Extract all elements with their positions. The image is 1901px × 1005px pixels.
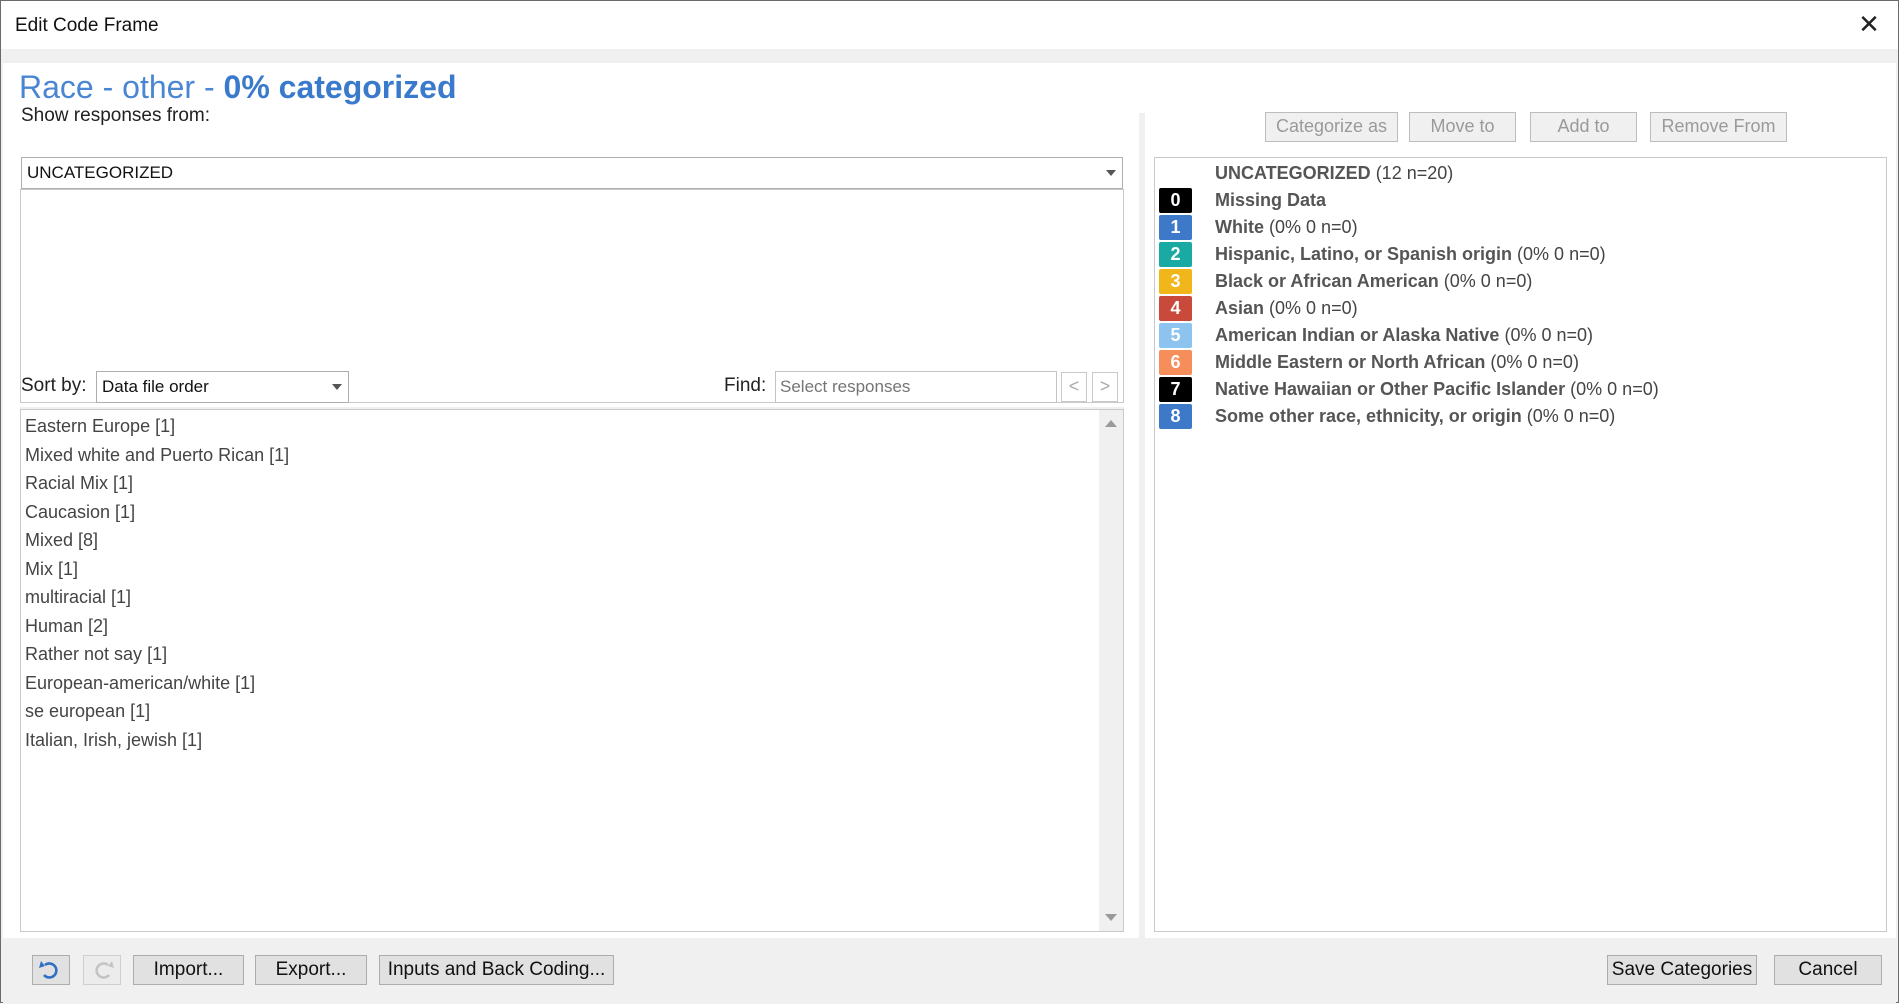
category-row[interactable]: 3 Black or African American (0% 0 n=0) <box>1155 268 1886 295</box>
category-stats: (0% 0 n=0) <box>1517 244 1606 264</box>
title-bar: Edit Code Frame ✕ <box>1 1 1898 49</box>
chevron-down-icon <box>1106 170 1116 176</box>
vertical-splitter[interactable] <box>1139 113 1145 938</box>
export-button[interactable]: Export... <box>255 955 367 985</box>
inputs-and-back-coding-button[interactable]: Inputs and Back Coding... <box>379 955 614 985</box>
bottom-toolbar: Import... Export... Inputs and Back Codi… <box>3 938 1896 1004</box>
undo-button[interactable] <box>32 955 70 985</box>
category-row[interactable]: 6 Middle Eastern or North African (0% 0 n… <box>1155 349 1886 376</box>
scroll-down-icon[interactable] <box>1105 914 1117 921</box>
show-responses-value: UNCATEGORIZED <box>27 163 174 182</box>
category-name: Asian <box>1215 298 1265 318</box>
categorized-percent: 0% categorized <box>223 69 457 105</box>
category-code-badge: 5 <box>1159 323 1192 348</box>
category-name: Some other race, ethnicity, or origin <box>1215 406 1522 426</box>
sort-by-label: Sort by: <box>21 375 87 396</box>
list-item[interactable]: Caucasion [1] <box>25 498 1095 527</box>
undo-icon <box>39 961 58 979</box>
category-code-badge: 6 <box>1159 350 1192 375</box>
responses-list: Eastern Europe [1] Mixed white and Puerto… <box>20 409 1124 932</box>
variable-name: Race - other - <box>19 69 224 105</box>
show-responses-dropdown[interactable]: UNCATEGORIZED <box>21 157 1123 189</box>
show-responses-label: Show responses from: <box>21 105 211 126</box>
list-item[interactable]: Racial Mix [1] <box>25 469 1095 498</box>
category-stats: (0% 0 n=0) <box>1490 352 1579 372</box>
chevron-down-icon <box>332 384 342 390</box>
category-name: White <box>1215 217 1264 237</box>
responses-list-items: Eastern Europe [1] Mixed white and Puerto… <box>25 412 1095 754</box>
list-item[interactable]: Eastern Europe [1] <box>25 412 1095 441</box>
import-button[interactable]: Import... <box>133 955 244 985</box>
category-stats: (0% 0 n=0) <box>1269 298 1358 318</box>
content-area: Race - other - 0% categorized Show respo… <box>3 63 1896 938</box>
categories-tree: UNCATEGORIZED (12 n=20) 0 Missing Data 1 Wh… <box>1154 157 1887 932</box>
category-row[interactable]: 1 White (0% 0 n=0) <box>1155 214 1886 241</box>
list-item[interactable]: Rather not say [1] <box>25 640 1095 669</box>
category-code-badge: 2 <box>1159 242 1192 267</box>
category-stats: (12 n=20) <box>1375 163 1454 183</box>
category-row[interactable]: 8 Some other race, ethnicity, or origin (… <box>1155 403 1886 430</box>
category-code-badge: 7 <box>1159 377 1192 402</box>
category-name: Missing Data <box>1215 190 1327 210</box>
category-row[interactable]: 7 Native Hawaiian or Other Pacific Island… <box>1155 376 1886 403</box>
scroll-up-icon[interactable] <box>1105 420 1117 427</box>
categorize-as-button[interactable]: Categorize as <box>1265 112 1398 142</box>
list-item[interactable]: Mix [1] <box>25 555 1095 584</box>
category-row[interactable]: 0 Missing Data <box>1155 187 1886 214</box>
list-item[interactable]: European-american/white [1] <box>25 669 1095 698</box>
move-to-button[interactable]: Move to <box>1409 112 1516 142</box>
category-name: Black or African American <box>1215 271 1439 291</box>
sort-by-value: Data file order <box>102 377 209 396</box>
window-title: Edit Code Frame <box>15 15 159 36</box>
category-row-uncategorized[interactable]: UNCATEGORIZED (12 n=20) <box>1155 160 1886 187</box>
category-code-badge: 0 <box>1159 188 1192 213</box>
category-stats: (0% 0 n=0) <box>1526 406 1616 426</box>
category-code-badge: 4 <box>1159 296 1192 321</box>
list-item[interactable]: Human [2] <box>25 612 1095 641</box>
find-previous-button[interactable]: < <box>1061 372 1087 402</box>
list-item[interactable]: se european [1] <box>25 697 1095 726</box>
category-stats: (0% 0 n=0) <box>1443 271 1533 291</box>
edit-code-frame-window: Edit Code Frame ✕ Race - other - 0% cate… <box>0 0 1899 1004</box>
category-name: UNCATEGORIZED <box>1215 163 1371 183</box>
responses-scrollbar[interactable] <box>1099 410 1123 931</box>
category-code-badge: 1 <box>1159 215 1192 240</box>
category-row[interactable]: 4 Asian (0% 0 n=0) <box>1155 295 1886 322</box>
category-code-badge: 3 <box>1159 269 1192 294</box>
category-code-badge: 8 <box>1159 404 1192 429</box>
list-item[interactable]: Mixed white and Puerto Rican [1] <box>25 441 1095 470</box>
category-name: American Indian or Alaska Native <box>1215 325 1500 345</box>
close-icon[interactable]: ✕ <box>1854 9 1884 39</box>
category-stats: (0% 0 n=0) <box>1269 217 1358 237</box>
find-input[interactable] <box>775 371 1057 403</box>
category-stats: (0% 0 n=0) <box>1570 379 1659 399</box>
find-next-button[interactable]: > <box>1092 372 1118 402</box>
redo-icon <box>95 961 114 979</box>
save-categories-button[interactable]: Save Categories <box>1607 955 1757 985</box>
list-item[interactable]: multiracial [1] <box>25 583 1095 612</box>
sort-by-dropdown[interactable]: Data file order <box>96 371 349 403</box>
category-name: Native Hawaiian or Other Pacific Islande… <box>1215 379 1566 399</box>
cancel-button[interactable]: Cancel <box>1774 955 1882 985</box>
add-to-button[interactable]: Add to <box>1530 112 1637 142</box>
category-name: Middle Eastern or North African <box>1215 352 1486 372</box>
list-item[interactable]: Italian, Irish, jewish [1] <box>25 726 1095 755</box>
list-item[interactable]: Mixed [8] <box>25 526 1095 555</box>
category-name: Hispanic, Latino, or Spanish origin <box>1215 244 1513 264</box>
page-title: Race - other - 0% categorized <box>19 69 456 106</box>
category-row[interactable]: 5 American Indian or Alaska Native (0% 0 … <box>1155 322 1886 349</box>
find-label: Find: <box>724 375 767 396</box>
category-row[interactable]: 2 Hispanic, Latino, or Spanish origin (0%… <box>1155 241 1886 268</box>
remove-from-button[interactable]: Remove From <box>1650 112 1787 142</box>
category-stats: (0% 0 n=0) <box>1504 325 1594 345</box>
redo-button[interactable] <box>83 955 121 985</box>
